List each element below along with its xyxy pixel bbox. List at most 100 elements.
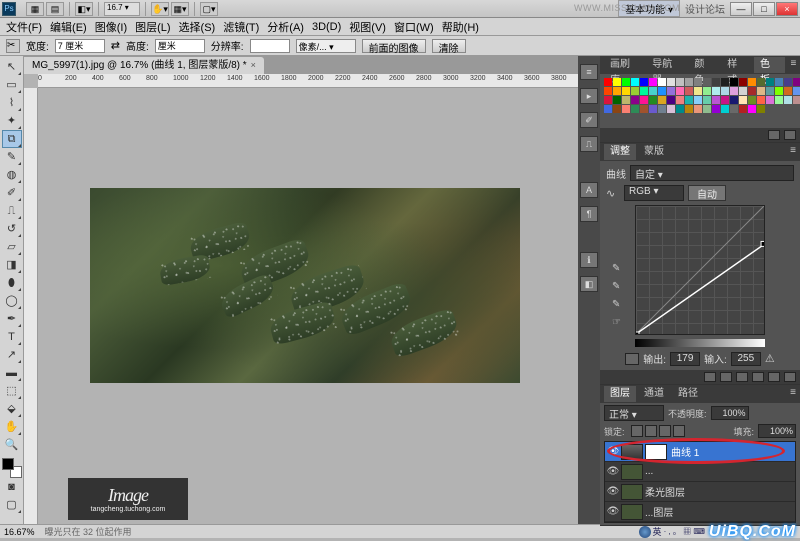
panel-menu-icon[interactable]: ≡ [786,145,800,159]
tab-navigator[interactable]: 导航器 [646,57,686,73]
swatch[interactable] [766,96,774,104]
screenmode-tool[interactable]: ▢ [2,496,22,514]
move-tool[interactable]: ↖ [2,58,22,76]
layer-thumb[interactable] [621,464,643,480]
panel-menu-icon[interactable]: ≡ [786,387,800,401]
hand-icon[interactable]: ✋▾ [151,2,169,16]
black-point-picker[interactable]: ✎ [612,263,626,277]
visibility-icon[interactable]: 👁 [605,466,621,477]
swatch[interactable] [640,96,648,104]
arrange-icon[interactable]: ▦▾ [171,2,189,16]
swatch[interactable] [622,96,630,104]
maximize-button[interactable]: □ [753,2,775,16]
resolution-unit[interactable]: 像素/... ▾ [296,39,356,53]
dodge-tool[interactable]: ◯ [2,292,22,310]
swatch[interactable] [622,105,630,113]
swatch[interactable] [712,96,720,104]
paragraph-panel-icon[interactable]: ¶ [580,206,598,222]
shape-tool[interactable]: ▬ [2,364,22,382]
wand-tool[interactable]: ✦ [2,112,22,130]
swatch[interactable] [604,96,612,104]
zoom-level[interactable]: 16.67% [4,527,35,537]
gray-point-picker[interactable]: ✎ [612,281,626,295]
layers-panel-icon[interactable]: ◧ [580,276,598,292]
layer-item[interactable]: 👁 ... [605,462,795,482]
eyedropper-tool[interactable]: ✎ [2,148,22,166]
auto-button[interactable]: 自动 [688,185,726,201]
clone-panel-icon[interactable]: ⎍ [580,136,598,152]
minibridge-icon[interactable]: ▤ [46,2,64,16]
clip-layer-icon[interactable] [720,372,732,382]
swatch[interactable] [721,105,729,113]
swatch[interactable] [757,78,765,86]
menu-layer[interactable]: 图层(L) [135,19,170,35]
brush-tool[interactable]: ✐ [2,184,22,202]
swatch[interactable] [649,78,657,86]
crop-tool-icon[interactable]: ✂ [6,39,20,53]
layer-name[interactable]: 柔光图层 [645,484,685,499]
height-input[interactable] [155,39,205,53]
canvas[interactable]: Image tangcheng.tuchong.com [38,88,578,524]
swatch[interactable] [784,78,792,86]
swatch[interactable] [649,96,657,104]
toggle-visibility-icon[interactable] [736,372,748,382]
tab-layers[interactable]: 图层 [604,386,636,402]
layer-name[interactable]: ... [645,466,653,477]
curves-preset-select[interactable]: 自定 ▾ [630,165,794,181]
swatch[interactable] [748,105,756,113]
swatch[interactable] [739,96,747,104]
layer-thumb[interactable] [621,484,643,500]
tab-swatches[interactable]: 色板 [754,57,785,73]
swatch[interactable] [712,87,720,95]
layer-name[interactable]: ...图层 [645,504,673,519]
swatch[interactable] [793,87,800,95]
swatch[interactable] [676,87,684,95]
swatch[interactable] [703,78,711,86]
swatch[interactable] [604,105,612,113]
swatch[interactable] [622,78,630,86]
swatch-grid[interactable] [600,74,800,128]
width-input[interactable] [55,39,105,53]
delete-adjust-icon[interactable] [784,372,796,382]
swatch[interactable] [676,105,684,113]
layer-item[interactable]: 👁 ...图层 [605,502,795,522]
3d-tool[interactable]: ⬚ [2,382,22,400]
swatch[interactable] [640,105,648,113]
ruler-horizontal[interactable]: 0200400600800100012001400160018002000220… [38,74,578,88]
menu-help[interactable]: 帮助(H) [442,19,479,35]
swatch[interactable] [757,105,765,113]
tab-brush-presets[interactable]: 画刷库 [604,57,644,73]
swatch[interactable] [667,105,675,113]
menu-file[interactable]: 文件(F) [6,19,42,35]
3d-camera-tool[interactable]: ⬙ [2,400,22,418]
zoom-dropdown[interactable]: 16.7 ▾ [104,2,140,16]
zoom-tool[interactable]: 🔍 [2,436,22,454]
visibility-icon[interactable]: 👁 [605,486,621,497]
swatch[interactable] [730,87,738,95]
ruler-vertical[interactable] [24,88,38,524]
reset-icon[interactable] [768,372,780,382]
color-swatches[interactable] [2,458,22,478]
curves-clip-icon[interactable] [625,353,639,365]
mask-thumb[interactable] [645,444,667,460]
visibility-icon[interactable]: 👁 [605,446,621,457]
swatch[interactable] [694,96,702,104]
swatch[interactable] [685,105,693,113]
white-point-picker[interactable]: ✎ [612,299,626,313]
hand-tool[interactable]: ✋ [2,418,22,436]
menu-edit[interactable]: 编辑(E) [50,19,87,35]
healing-tool[interactable]: ◍ [2,166,22,184]
swatch[interactable] [649,87,657,95]
lock-pixels-icon[interactable] [645,425,657,437]
swatch[interactable] [721,87,729,95]
target-adjust-icon[interactable]: ☞ [612,317,626,331]
curves-point-icon[interactable]: ∿ [606,187,620,200]
screenmode-icon[interactable]: ▢▾ [200,2,218,16]
bridge-icon[interactable]: ▦ [26,2,44,16]
swatch[interactable] [748,96,756,104]
swatch[interactable] [613,87,621,95]
brush-panel-icon[interactable]: ✐ [580,112,598,128]
swatch[interactable] [784,96,792,104]
swatch[interactable] [631,87,639,95]
blur-tool[interactable]: ⬮ [2,274,22,292]
